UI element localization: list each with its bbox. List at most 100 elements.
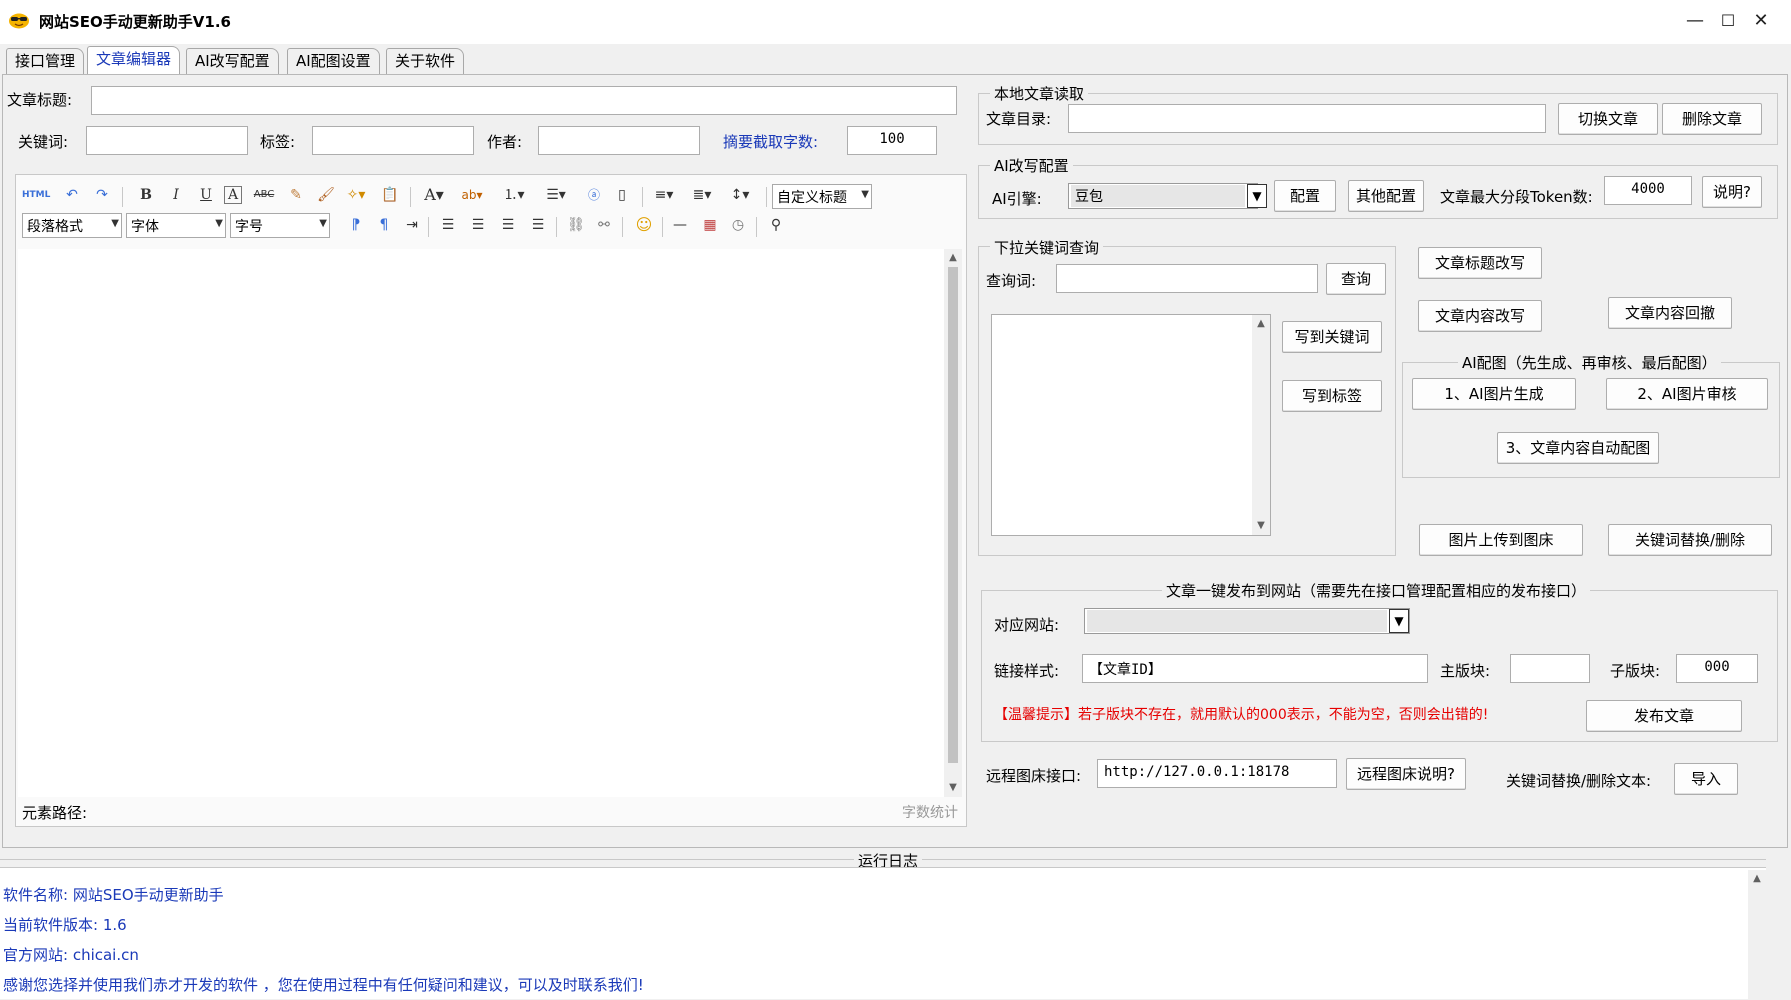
ordered-list-icon[interactable]: ⒈▾ <box>502 183 526 207</box>
font-family-select[interactable]: 字体 ▼ <box>126 213 226 238</box>
keyword-replace-button[interactable]: 关键词替换/删除 <box>1608 524 1772 556</box>
ai-image-review-button[interactable]: 2、AI图片审核 <box>1606 378 1768 410</box>
auto-insert-images-button[interactable]: 3、文章内容自动配图 <box>1497 432 1659 464</box>
write-to-keywords-button[interactable]: 写到关键词 <box>1282 321 1382 353</box>
editor-content-area[interactable] <box>18 249 948 797</box>
eraser-icon[interactable]: ✎ <box>284 183 308 207</box>
tab-about[interactable]: 关于软件 <box>386 48 465 74</box>
content-revert-button[interactable]: 文章内容回撤 <box>1608 297 1732 329</box>
log-line: 软件名称: 网站SEO手动更新助手 <box>3 886 224 904</box>
scroll-down-icon[interactable]: ▼ <box>1252 517 1270 535</box>
scroll-up-icon[interactable]: ▲ <box>1748 870 1766 888</box>
switch-article-button[interactable]: 切换文章 <box>1558 103 1658 135</box>
summary-length-input[interactable]: 100 <box>847 126 937 155</box>
unordered-list-icon[interactable]: ☰▾ <box>544 183 568 207</box>
anchor-icon[interactable]: ⓐ <box>582 183 606 207</box>
horizontal-rule-icon[interactable]: — <box>668 213 692 237</box>
tab-interface-management[interactable]: 接口管理 <box>6 48 85 74</box>
close-button[interactable]: ✕ <box>1738 6 1784 36</box>
scroll-up-icon[interactable]: ▲ <box>944 249 962 267</box>
paragraph-format-select[interactable]: 段落格式 ▼ <box>22 213 122 238</box>
custom-heading-select[interactable]: 自定义标题 ▼ <box>772 184 872 209</box>
link-icon[interactable]: ⛓ <box>564 213 588 237</box>
underline-icon[interactable]: U <box>194 183 218 207</box>
highlight-color-icon[interactable]: ab▾ <box>460 183 484 207</box>
unlink-icon[interactable]: ⚯ <box>592 213 616 237</box>
paragraph-spacing-icon[interactable]: ≡▾ <box>652 183 676 207</box>
link-style-input[interactable]: 【文章ID】 <box>1082 654 1428 683</box>
import-button[interactable]: 导入 <box>1674 763 1738 795</box>
sub-board-input[interactable]: 000 <box>1676 654 1758 683</box>
article-dir-input[interactable] <box>1068 104 1546 133</box>
tags-label: 标签: <box>260 133 296 151</box>
align-center-icon[interactable]: ☰ <box>466 213 490 237</box>
align-right-icon[interactable]: ☰ <box>496 213 520 237</box>
log-scrollbar[interactable]: ▲ <box>1748 870 1766 1000</box>
format-brush-icon[interactable]: 🖌 <box>314 183 338 207</box>
chevron-down-icon: ▼ <box>319 218 327 229</box>
remote-image-bed-label: 远程图床接口: <box>986 767 1082 785</box>
keywords-input[interactable] <box>86 126 248 155</box>
scroll-up-icon[interactable]: ▲ <box>1252 315 1270 333</box>
tab-ai-rewrite-config[interactable]: AI改写配置 <box>186 48 279 74</box>
time-icon[interactable]: ◷ <box>726 213 750 237</box>
article-title-input[interactable] <box>91 86 957 115</box>
remote-image-bed-help-button[interactable]: 远程图床说明? <box>1346 758 1466 790</box>
tab-ai-image-settings[interactable]: AI配图设置 <box>287 48 380 74</box>
upload-image-button[interactable]: 图片上传到图床 <box>1419 524 1583 556</box>
other-config-button[interactable]: 其他配置 <box>1348 180 1424 212</box>
author-input[interactable] <box>538 126 700 155</box>
write-to-tags-button[interactable]: 写到标签 <box>1282 380 1382 412</box>
keyword-result-list[interactable]: ▲ ▼ <box>991 314 1271 536</box>
query-button[interactable]: 查询 <box>1326 263 1386 295</box>
target-site-select[interactable]: ▼ <box>1084 608 1410 634</box>
tags-input[interactable] <box>312 126 474 155</box>
content-rewrite-button[interactable]: 文章内容改写 <box>1418 300 1542 332</box>
ai-engine-select[interactable]: 豆包 ▼ <box>1068 183 1267 209</box>
rtl-direction-icon[interactable]: ¶ <box>372 213 396 237</box>
search-replace-icon[interactable]: ⚲ <box>764 213 788 237</box>
emoticon-icon[interactable]: ☺ <box>632 213 656 237</box>
keywords-label: 关键词: <box>18 133 69 151</box>
main-board-input[interactable] <box>1510 654 1590 683</box>
font-border-icon[interactable]: A <box>224 186 242 204</box>
delete-article-button[interactable]: 删除文章 <box>1662 103 1762 135</box>
row-spacing-icon[interactable]: ≣▾ <box>690 183 714 207</box>
align-justify-icon[interactable]: ☰ <box>526 213 550 237</box>
ai-image-group-title: AI配图（先生成、再审核、最后配图） <box>1458 352 1721 373</box>
indent-icon[interactable]: ⇥ <box>400 213 424 237</box>
title-rewrite-button[interactable]: 文章标题改写 <box>1418 247 1542 279</box>
tab-article-editor[interactable]: 文章编辑器 <box>87 46 181 74</box>
article-dir-label: 文章目录: <box>986 110 1052 128</box>
ai-image-generate-button[interactable]: 1、AI图片生成 <box>1412 378 1576 410</box>
remote-image-bed-input[interactable]: http://127.0.0.1:18178 <box>1097 759 1337 788</box>
token-help-button[interactable]: 说明? <box>1702 176 1762 208</box>
line-height-icon[interactable]: ↕▾ <box>728 183 752 207</box>
query-word-input[interactable] <box>1056 264 1318 293</box>
keyword-list-scrollbar[interactable]: ▲ ▼ <box>1252 315 1270 535</box>
paste-plain-icon[interactable]: 📋 <box>378 183 402 207</box>
publish-article-button[interactable]: 发布文章 <box>1586 700 1742 732</box>
ai-config-button[interactable]: 配置 <box>1274 180 1336 212</box>
max-token-input[interactable]: 4000 <box>1604 176 1692 205</box>
editor-scrollbar-thumb[interactable] <box>948 267 958 763</box>
redo-icon[interactable]: ↷ <box>90 183 114 207</box>
date-icon[interactable]: ▦ <box>698 213 722 237</box>
page-break-icon[interactable]: ▯ <box>610 183 634 207</box>
italic-icon[interactable]: I <box>164 183 188 207</box>
run-log-panel[interactable]: 软件名称: 网站SEO手动更新助手 当前软件版本: 1.6 官方网站: chic… <box>0 867 1766 1000</box>
log-line: 感谢您选择并使用我们赤才开发的软件 ，您在使用过程中有任何疑问和建议，可以及时联… <box>3 976 644 994</box>
font-size-select[interactable]: 字号 ▼ <box>230 213 330 238</box>
ltr-direction-icon[interactable]: ⁋ <box>344 213 368 237</box>
align-left-icon[interactable]: ☰ <box>436 213 460 237</box>
bold-icon[interactable]: B <box>134 183 158 207</box>
word-count-label: 字数统计 <box>902 805 958 821</box>
auto-format-icon[interactable]: ✧▾ <box>344 183 368 207</box>
title-bar: 网站SEO手动更新助手V1.6 — ☐ ✕ <box>0 0 1791 44</box>
font-color-icon[interactable]: A▾ <box>422 183 446 207</box>
undo-icon[interactable]: ↶ <box>60 183 84 207</box>
scroll-down-icon[interactable]: ▼ <box>944 779 962 797</box>
html-source-icon[interactable]: HTML <box>22 183 50 207</box>
editor-scrollbar[interactable]: ▲ ▼ <box>944 249 962 797</box>
strikethrough-icon[interactable]: ABC <box>252 183 276 207</box>
